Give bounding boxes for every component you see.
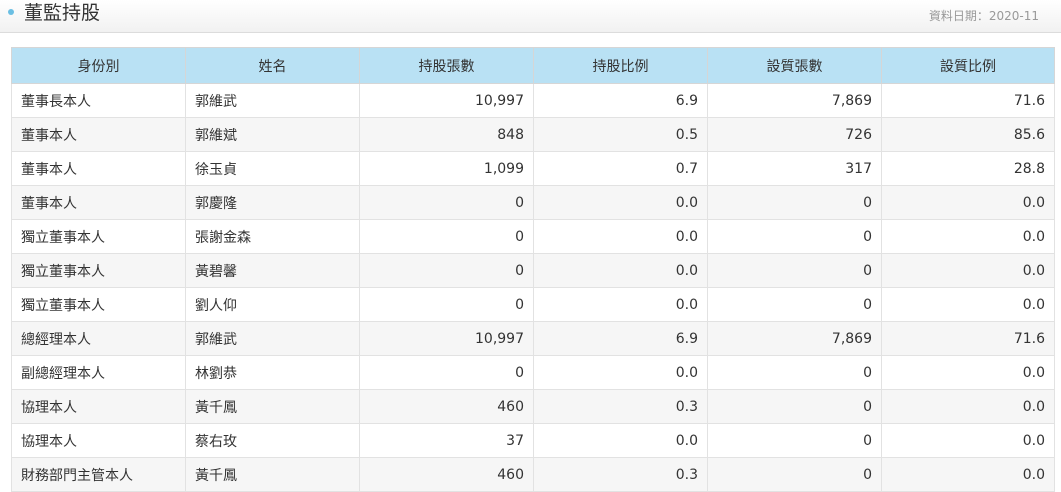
cell-pledge-ratio: 0.0 xyxy=(881,253,1055,288)
cell-pledged-shares: 0 xyxy=(707,219,882,254)
table-row: 副總經理本人 林劉恭 0 0.0 0 0.0 xyxy=(11,355,1055,390)
header-identity: 身份別 xyxy=(11,47,186,84)
cell-shares: 0 xyxy=(359,287,534,322)
cell-share-ratio: 0.0 xyxy=(533,219,708,254)
cell-name: 黃碧馨 xyxy=(185,253,360,288)
table-body: 董事長本人 郭維武 10,997 6.9 7,869 71.6 董事本人 郭維斌 848 0.5 7… xyxy=(11,83,1055,492)
table-row: 協理本人 蔡右玫 37 0.0 0 0.0 xyxy=(11,423,1055,458)
cell-share-ratio: 0.5 xyxy=(533,117,708,152)
cell-shares: 0 xyxy=(359,219,534,254)
cell-pledged-shares: 0 xyxy=(707,185,882,220)
cell-pledge-ratio: 0.0 xyxy=(881,287,1055,322)
cell-shares: 460 xyxy=(359,389,534,424)
cell-pledged-shares: 0 xyxy=(707,355,882,390)
cell-shares: 1,099 xyxy=(359,151,534,186)
table-row: 董事長本人 郭維武 10,997 6.9 7,869 71.6 xyxy=(11,83,1055,118)
cell-identity: 董事本人 xyxy=(11,151,186,186)
header-pledge-ratio: 設質比例 xyxy=(881,47,1055,84)
cell-identity: 財務部門主管本人 xyxy=(11,457,186,492)
cell-share-ratio: 6.9 xyxy=(533,321,708,356)
cell-identity: 副總經理本人 xyxy=(11,355,186,390)
shareholding-table-container: 身份別 姓名 持股張數 持股比例 設質張數 設質比例 董事長本人 郭維武 10,99… xyxy=(11,47,1055,492)
cell-pledged-shares: 0 xyxy=(707,457,882,492)
cell-share-ratio: 0.7 xyxy=(533,151,708,186)
cell-shares: 0 xyxy=(359,355,534,390)
cell-identity: 董事長本人 xyxy=(11,83,186,118)
cell-name: 林劉恭 xyxy=(185,355,360,390)
cell-pledge-ratio: 71.6 xyxy=(881,321,1055,356)
cell-pledge-ratio: 85.6 xyxy=(881,117,1055,152)
cell-pledge-ratio: 0.0 xyxy=(881,219,1055,254)
cell-name: 郭維斌 xyxy=(185,117,360,152)
panel-header: 董監持股 資料日期：2020-11 xyxy=(0,0,1061,33)
cell-shares: 10,997 xyxy=(359,83,534,118)
cell-name: 張謝金森 xyxy=(185,219,360,254)
cell-name: 徐玉貞 xyxy=(185,151,360,186)
header-name: 姓名 xyxy=(185,47,360,84)
table-row: 獨立董事本人 劉人仰 0 0.0 0 0.0 xyxy=(11,287,1055,322)
table-row: 協理本人 黃千鳳 460 0.3 0 0.0 xyxy=(11,389,1055,424)
header-pledged-shares: 設質張數 xyxy=(707,47,882,84)
cell-name: 蔡右玫 xyxy=(185,423,360,458)
cell-name: 黃千鳳 xyxy=(185,457,360,492)
cell-shares: 460 xyxy=(359,457,534,492)
table-row: 財務部門主管本人 黃千鳳 460 0.3 0 0.0 xyxy=(11,457,1055,492)
cell-pledged-shares: 0 xyxy=(707,423,882,458)
table-row: 總經理本人 郭維武 10,997 6.9 7,869 71.6 xyxy=(11,321,1055,356)
data-date: 資料日期：2020-11 xyxy=(928,9,1039,23)
cell-pledged-shares: 0 xyxy=(707,253,882,288)
cell-identity: 獨立董事本人 xyxy=(11,219,186,254)
table-row: 獨立董事本人 張謝金森 0 0.0 0 0.0 xyxy=(11,219,1055,254)
cell-name: 郭維武 xyxy=(185,321,360,356)
cell-pledge-ratio: 0.0 xyxy=(881,185,1055,220)
table-row: 董事本人 郭維斌 848 0.5 726 85.6 xyxy=(11,117,1055,152)
header-shares: 持股張數 xyxy=(359,47,534,84)
header-share-ratio: 持股比例 xyxy=(533,47,708,84)
cell-name: 郭慶隆 xyxy=(185,185,360,220)
bullet-icon xyxy=(8,9,14,15)
cell-identity: 獨立董事本人 xyxy=(11,287,186,322)
cell-share-ratio: 0.0 xyxy=(533,423,708,458)
table-header-row: 身份別 姓名 持股張數 持股比例 設質張數 設質比例 xyxy=(11,47,1055,84)
cell-share-ratio: 6.9 xyxy=(533,83,708,118)
cell-identity: 獨立董事本人 xyxy=(11,253,186,288)
table-row: 董事本人 徐玉貞 1,099 0.7 317 28.8 xyxy=(11,151,1055,186)
cell-pledge-ratio: 0.0 xyxy=(881,389,1055,424)
table-row: 獨立董事本人 黃碧馨 0 0.0 0 0.0 xyxy=(11,253,1055,288)
cell-share-ratio: 0.0 xyxy=(533,287,708,322)
cell-identity: 董事本人 xyxy=(11,185,186,220)
cell-identity: 協理本人 xyxy=(11,423,186,458)
cell-name: 劉人仰 xyxy=(185,287,360,322)
table-row: 董事本人 郭慶隆 0 0.0 0 0.0 xyxy=(11,185,1055,220)
cell-pledge-ratio: 71.6 xyxy=(881,83,1055,118)
cell-name: 黃千鳳 xyxy=(185,389,360,424)
cell-name: 郭維武 xyxy=(185,83,360,118)
cell-pledged-shares: 726 xyxy=(707,117,882,152)
cell-shares: 0 xyxy=(359,185,534,220)
cell-pledge-ratio: 0.0 xyxy=(881,423,1055,458)
cell-identity: 總經理本人 xyxy=(11,321,186,356)
cell-pledged-shares: 317 xyxy=(707,151,882,186)
cell-shares: 0 xyxy=(359,253,534,288)
cell-share-ratio: 0.3 xyxy=(533,389,708,424)
cell-pledge-ratio: 28.8 xyxy=(881,151,1055,186)
cell-share-ratio: 0.3 xyxy=(533,457,708,492)
cell-shares: 37 xyxy=(359,423,534,458)
cell-share-ratio: 0.0 xyxy=(533,253,708,288)
cell-shares: 10,997 xyxy=(359,321,534,356)
cell-pledged-shares: 7,869 xyxy=(707,83,882,118)
cell-identity: 董事本人 xyxy=(11,117,186,152)
cell-identity: 協理本人 xyxy=(11,389,186,424)
cell-shares: 848 xyxy=(359,117,534,152)
cell-share-ratio: 0.0 xyxy=(533,355,708,390)
cell-pledged-shares: 0 xyxy=(707,389,882,424)
cell-pledged-shares: 7,869 xyxy=(707,321,882,356)
panel-title: 董監持股 xyxy=(24,2,101,24)
cell-pledge-ratio: 0.0 xyxy=(881,457,1055,492)
cell-pledged-shares: 0 xyxy=(707,287,882,322)
shareholding-table: 身份別 姓名 持股張數 持股比例 設質張數 設質比例 董事長本人 郭維武 10,99… xyxy=(11,47,1055,492)
cell-pledge-ratio: 0.0 xyxy=(881,355,1055,390)
cell-share-ratio: 0.0 xyxy=(533,185,708,220)
